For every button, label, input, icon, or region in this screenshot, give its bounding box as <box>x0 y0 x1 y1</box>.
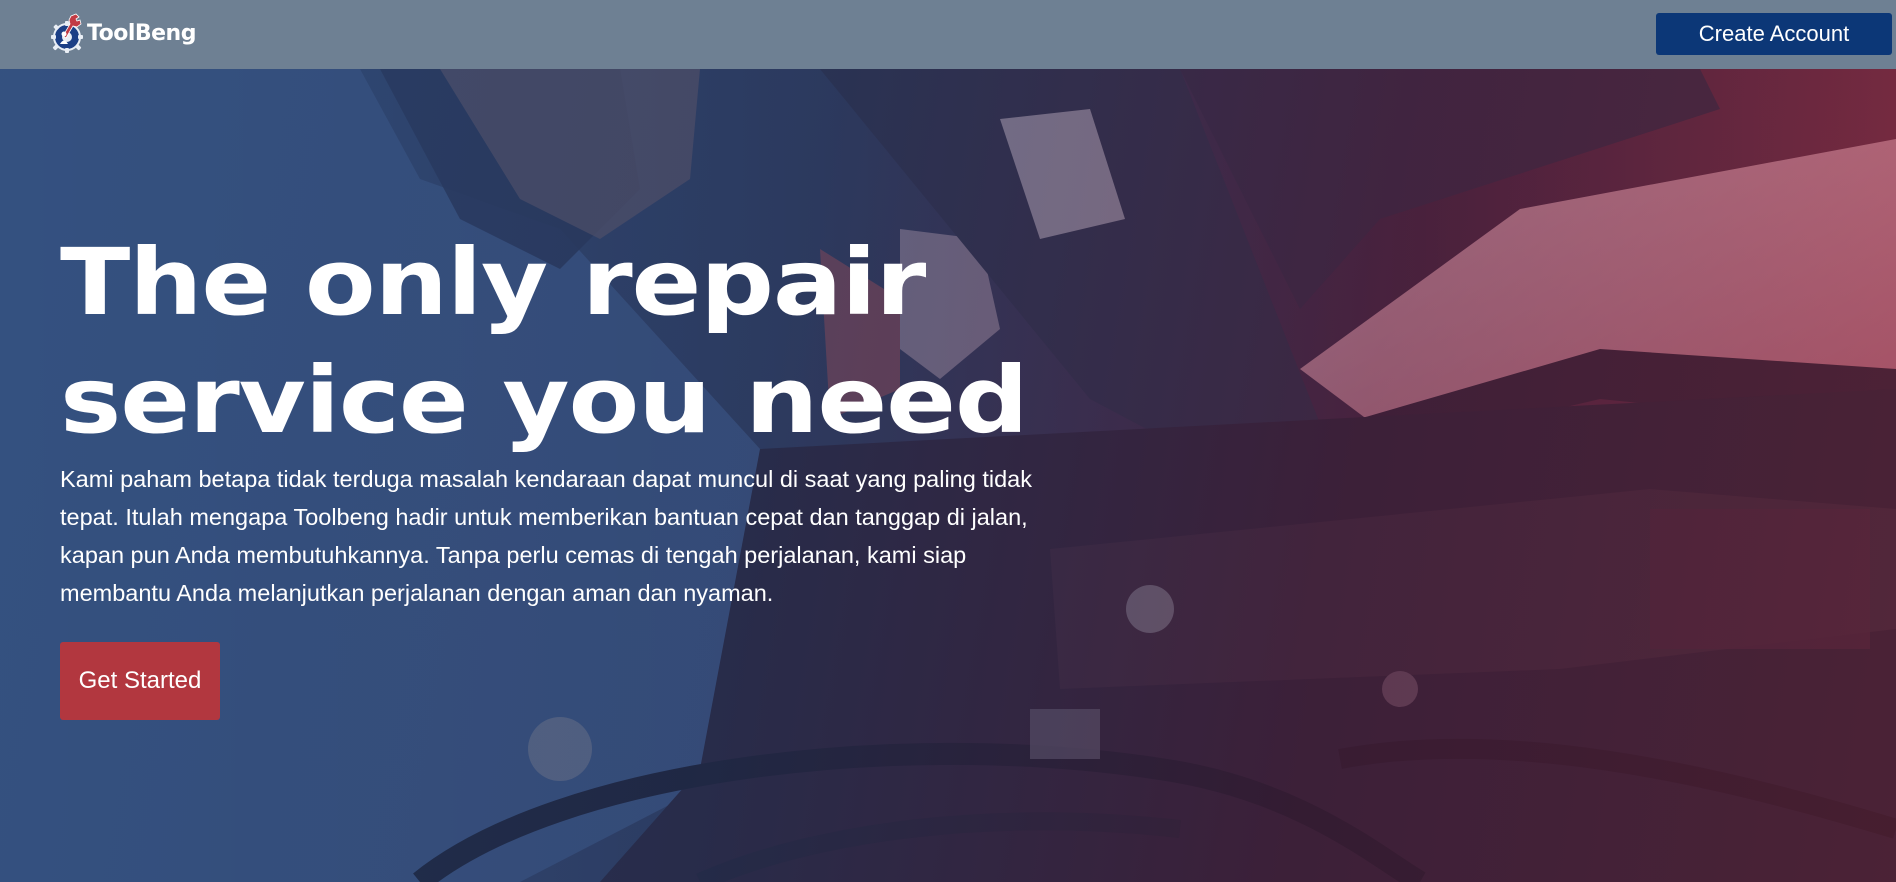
brand-link[interactable]: ToolBeng <box>49 12 196 54</box>
hero-description: Kami paham betapa tidak terduga masalah … <box>60 466 1032 606</box>
hero-title: The only repair service you need <box>60 229 1029 454</box>
get-started-button[interactable]: Get Started <box>60 642 220 720</box>
create-account-button[interactable]: Create Account <box>1656 13 1892 55</box>
landing-page: ToolBeng Create Account The only repair … <box>0 0 1896 882</box>
top-navbar: ToolBeng Create Account <box>0 0 1896 69</box>
brand-name: ToolBeng <box>87 20 196 46</box>
gear-wrench-logo-icon <box>51 13 83 53</box>
hero-section: The only repair service you need Kami pa… <box>0 69 1896 882</box>
